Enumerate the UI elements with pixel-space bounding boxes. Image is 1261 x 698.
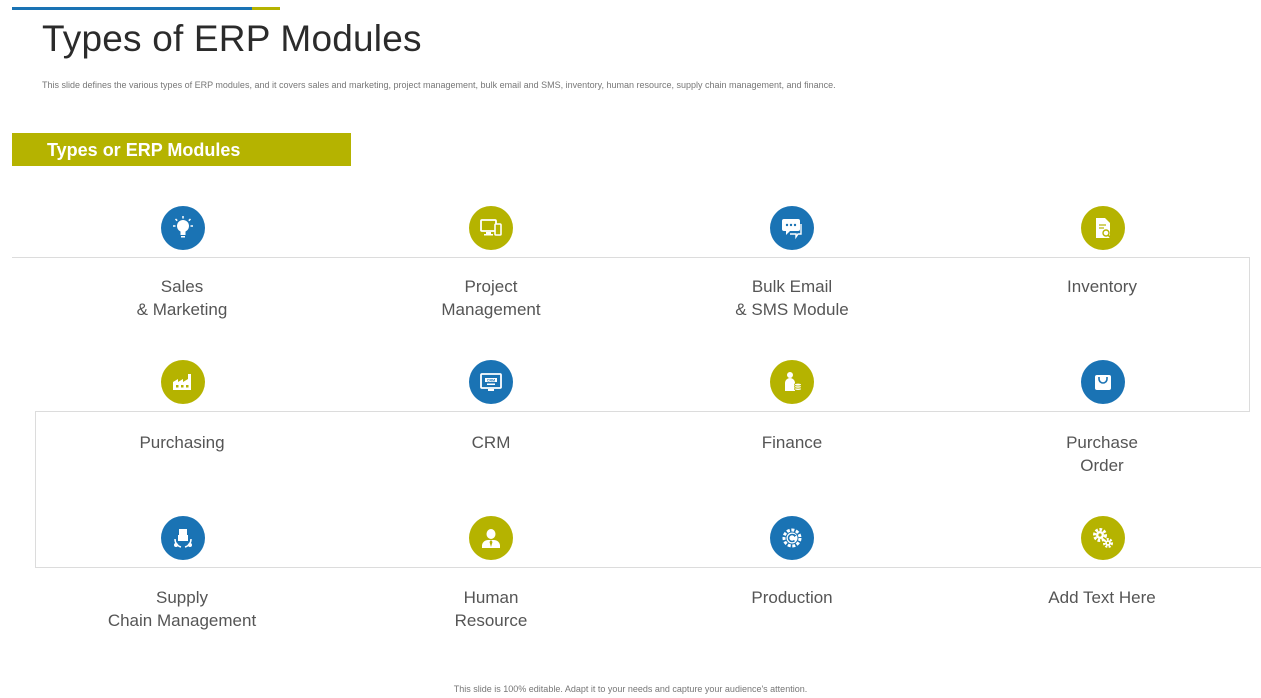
section-banner-label: Types or ERP Modules <box>47 140 241 160</box>
divider-row-2 <box>35 411 1250 412</box>
devices-icon <box>469 206 513 250</box>
chat-icon <box>770 206 814 250</box>
module-label-purchase-order: Purchase Order <box>1066 433 1138 475</box>
section-banner: Types or ERP Modules <box>12 133 351 166</box>
module-label-purchasing: Purchasing <box>139 433 225 452</box>
page-title: Types of ERP Modules <box>42 18 422 59</box>
module-label-project-management: Project Management <box>441 277 541 319</box>
delivery-cycle-icon <box>161 516 205 560</box>
module-label-inventory: Inventory <box>1067 277 1137 296</box>
gears-icon <box>1081 516 1125 560</box>
svg-text:CRM: CRM <box>487 378 495 382</box>
module-label-production: Production <box>751 588 833 607</box>
divider-right <box>1249 257 1250 412</box>
module-label-human-resource: Human Resource <box>454 588 528 630</box>
divider-row-1 <box>12 257 1250 258</box>
document-search-icon <box>1081 206 1125 250</box>
crm-monitor-icon: CRM <box>469 360 513 404</box>
module-label-finance: Finance <box>761 433 823 452</box>
top-accent-line-blue <box>12 7 252 10</box>
module-label-add-text: Add Text Here <box>1048 588 1156 607</box>
top-accent-line-olive <box>252 7 280 10</box>
factory-icon <box>161 360 205 404</box>
module-label-supply-chain: Supply Chain Management <box>107 588 257 630</box>
lightbulb-icon <box>161 206 205 250</box>
shopping-bag-icon <box>1081 360 1125 404</box>
module-label-bulk-email-sms: Bulk Email & SMS Module <box>735 277 849 319</box>
divider-row-3 <box>35 567 1261 568</box>
module-label-crm: CRM <box>471 433 511 452</box>
gear-cycle-icon <box>770 516 814 560</box>
page-footer: This slide is 100% editable. Adapt it to… <box>453 684 808 694</box>
person-coins-icon <box>770 360 814 404</box>
divider-left <box>35 411 36 568</box>
page-subtitle: This slide defines the various types of … <box>42 80 836 90</box>
module-label-sales-marketing: Sales & Marketing <box>136 277 228 319</box>
employee-icon <box>469 516 513 560</box>
